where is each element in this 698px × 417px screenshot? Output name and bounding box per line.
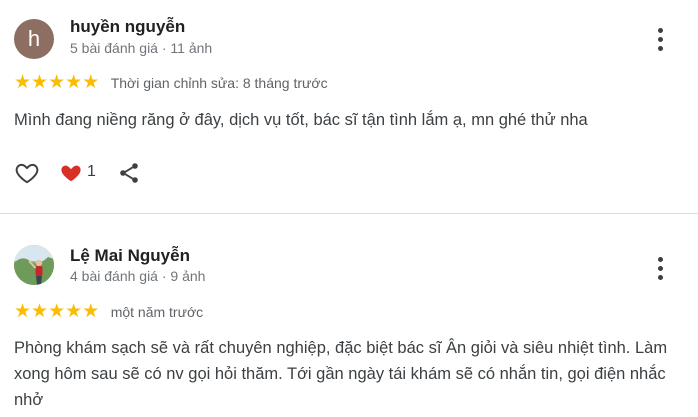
review-card: h huyền nguyễn 5 bài đánh giá · 11 ảnh ★… [0, 0, 698, 214]
review-divider [0, 213, 698, 214]
reviewer-meta[interactable]: 4 bài đánh giá · 9 ảnh [70, 268, 205, 284]
star-icon: ★ [48, 300, 66, 322]
reviewer-name[interactable]: Lệ Mai Nguyễn [70, 246, 190, 266]
star-icon: ★ [82, 300, 100, 322]
star-icon: ★ [31, 71, 49, 93]
review-card: Lệ Mai Nguyễn 4 bài đánh giá · 9 ảnh ★★★… [0, 215, 698, 417]
star-rating: ★★★★★ [14, 72, 99, 93]
star-icon: ★ [14, 300, 32, 322]
reaction-count: 1 [87, 163, 96, 180]
review-text: Phòng khám sạch sẽ và rất chuyên nghiệp,… [14, 339, 668, 409]
heart-outline-icon [15, 163, 39, 184]
avatar[interactable]: h [14, 19, 54, 59]
review-time: Thời gian chỉnh sửa: 8 tháng trước [110, 74, 328, 91]
star-rating: ★★★★★ [14, 301, 99, 322]
reviewer-name[interactable]: huyền nguyễn [70, 17, 185, 37]
reviewer-meta[interactable]: 5 bài đánh giá · 11 ảnh [70, 40, 212, 56]
avatar-letter: h [27, 26, 41, 51]
share-button[interactable] [117, 161, 141, 185]
share-icon [120, 163, 138, 183]
review-text: Mình đang niềng răng ở đây, dịch vụ tốt,… [14, 111, 588, 129]
avatar[interactable] [14, 245, 54, 285]
star-icon: ★ [82, 71, 100, 93]
reviews-page: h huyền nguyễn 5 bài đánh giá · 11 ảnh ★… [0, 0, 698, 417]
review-time: một năm trước [110, 303, 204, 320]
rating-row: ★★★★★ một năm trước [14, 301, 203, 321]
like-button[interactable] [14, 160, 40, 186]
star-icon: ★ [48, 71, 66, 93]
more-options-button[interactable] [650, 25, 672, 55]
heart-filled-icon [59, 164, 83, 183]
star-icon: ★ [65, 71, 83, 93]
star-icon: ★ [14, 71, 32, 93]
rating-row: ★★★★★ Thời gian chỉnh sửa: 8 tháng trước [14, 72, 328, 92]
more-options-button[interactable] [650, 254, 672, 284]
avatar-photo-icon [14, 245, 54, 285]
reaction-indicator[interactable] [58, 160, 84, 186]
star-icon: ★ [31, 300, 49, 322]
star-icon: ★ [65, 300, 83, 322]
